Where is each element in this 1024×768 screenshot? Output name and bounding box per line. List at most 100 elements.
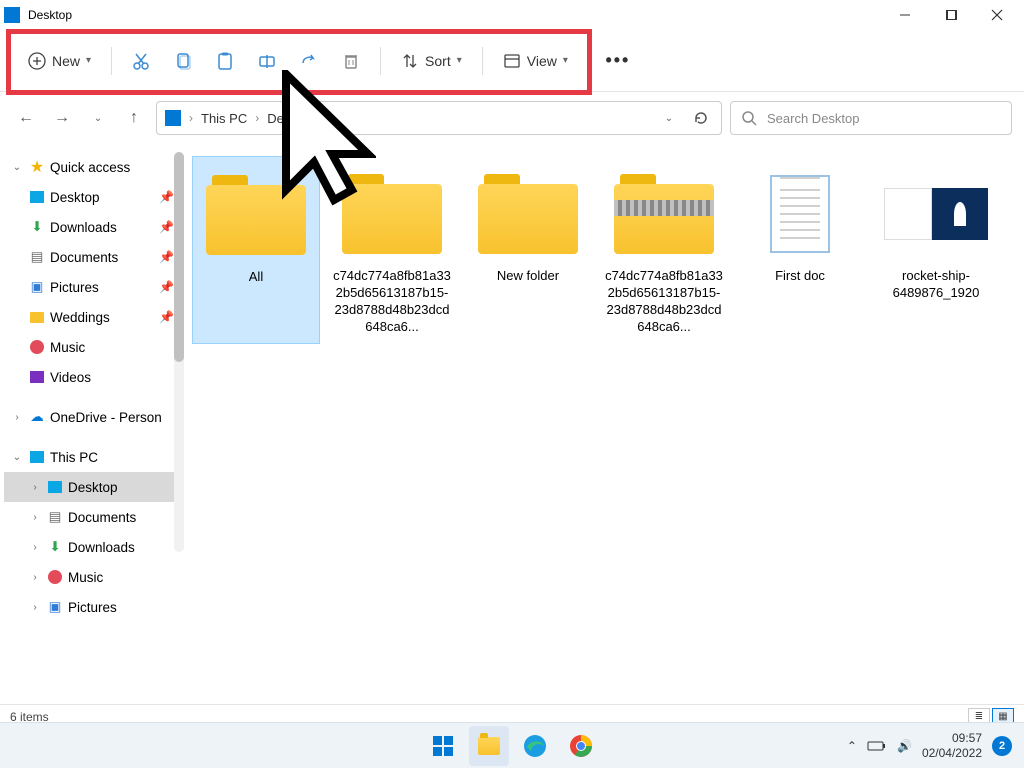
chevron-down-icon: ⌄ (10, 452, 24, 463)
more-button[interactable]: ••• (597, 41, 639, 81)
refresh-button[interactable] (689, 106, 713, 130)
new-button-label: New (52, 53, 80, 69)
tree-item-this-pc[interactable]: ⌄ This PC (4, 442, 180, 472)
breadcrumb-segment[interactable]: This PC (201, 111, 247, 126)
star-icon: ★ (28, 158, 46, 176)
image-thumbnail (884, 188, 988, 240)
layout-icon (503, 52, 521, 70)
tree-item-downloads[interactable]: ⬇ Downloads 📌 (4, 212, 180, 242)
picture-icon: ▣ (28, 278, 46, 296)
tree-item-weddings[interactable]: Weddings 📌 (4, 302, 180, 332)
taskbar-clock[interactable]: 09:57 02/04/2022 (922, 731, 982, 760)
volume-icon[interactable]: 🔊 (897, 739, 912, 753)
toolbar-separator (588, 47, 589, 75)
sort-button[interactable]: Sort ▾ (389, 41, 474, 81)
chevron-right-icon: › (189, 111, 193, 125)
toolbar-separator (380, 47, 381, 75)
chevron-down-icon: ▾ (86, 55, 91, 66)
picture-icon: ▣ (46, 598, 64, 616)
chevron-down-icon: ⌄ (10, 162, 24, 173)
app-icon (4, 7, 20, 23)
document-icon: ▤ (46, 508, 64, 526)
chevron-down-icon: ▾ (563, 55, 568, 66)
tree-item-documents[interactable]: ▤ Documents 📌 (4, 242, 180, 272)
chevron-right-icon: › (28, 512, 42, 523)
chevron-down-icon: ▾ (457, 55, 462, 66)
minimize-button[interactable] (882, 0, 928, 30)
copy-button[interactable] (162, 41, 204, 81)
copy-icon (173, 51, 193, 71)
document-icon (770, 175, 830, 253)
tree-item-pictures[interactable]: ▣ Pictures 📌 (4, 272, 180, 302)
address-dropdown-button[interactable]: ⌄ (657, 106, 681, 130)
search-placeholder: Search Desktop (767, 111, 860, 126)
tree-item-videos[interactable]: Videos (4, 362, 180, 392)
file-list[interactable]: All c74dc774a8fb81a332b5d65613187b15-23d… (184, 144, 1024, 704)
tree-item-pc-music[interactable]: › Music (4, 562, 180, 592)
file-item-folder[interactable]: New folder (464, 156, 592, 344)
tree-item-music[interactable]: Music (4, 332, 180, 362)
plus-circle-icon (28, 52, 46, 70)
clock-time: 09:57 (922, 731, 982, 745)
battery-icon[interactable] (867, 739, 887, 753)
tray-chevron-icon[interactable]: ⌃ (847, 739, 857, 753)
forward-button[interactable]: → (48, 104, 76, 132)
up-button[interactable]: ↑ (120, 104, 148, 132)
view-button-label: View (527, 53, 557, 69)
windows-icon (431, 734, 455, 758)
music-icon (28, 338, 46, 356)
tree-item-pc-pictures[interactable]: › ▣ Pictures (4, 592, 180, 622)
monitor-icon (165, 110, 181, 126)
chevron-right-icon: › (28, 482, 42, 493)
window-title: Desktop (28, 8, 882, 22)
taskbar-file-explorer[interactable] (469, 726, 509, 766)
cut-button[interactable] (120, 41, 162, 81)
navigation-row: ← → ⌄ ↑ › This PC › Desktop ⌄ Search Des… (0, 92, 1024, 144)
sort-button-label: Sort (425, 53, 451, 69)
tree-item-pc-documents[interactable]: › ▤ Documents (4, 502, 180, 532)
maximize-button[interactable] (928, 0, 974, 30)
cloud-icon: ☁ (28, 408, 46, 426)
video-icon (28, 368, 46, 386)
scissors-icon (131, 51, 151, 71)
tree-item-quick-access[interactable]: ⌄ ★ Quick access (4, 152, 180, 182)
taskbar-chrome[interactable] (561, 726, 601, 766)
rename-icon (257, 51, 277, 71)
view-button[interactable]: View ▾ (491, 41, 580, 81)
tree-item-onedrive[interactable]: › ☁ OneDrive - Person (4, 402, 180, 432)
file-item-zip[interactable]: c74dc774a8fb81a332b5d65613187b15-23d8788… (600, 156, 728, 344)
system-tray[interactable]: ⌃ 🔊 09:57 02/04/2022 2 (847, 731, 1012, 760)
monitor-icon (46, 478, 64, 496)
chevron-right-icon: › (28, 542, 42, 553)
tree-item-desktop[interactable]: Desktop 📌 (4, 182, 180, 212)
recent-locations-button[interactable]: ⌄ (84, 104, 112, 132)
taskbar-edge[interactable] (515, 726, 555, 766)
trash-icon (341, 51, 361, 71)
notification-badge[interactable]: 2 (992, 736, 1012, 756)
download-icon: ⬇ (28, 218, 46, 236)
search-box[interactable]: Search Desktop (730, 101, 1012, 135)
taskbar: ⌃ 🔊 09:57 02/04/2022 2 (0, 722, 1024, 768)
toolbar-separator (111, 47, 112, 75)
folder-icon (478, 174, 578, 254)
file-item-document[interactable]: First doc (736, 156, 864, 344)
clock-date: 02/04/2022 (922, 746, 982, 760)
start-button[interactable] (423, 726, 463, 766)
tree-item-pc-desktop[interactable]: › Desktop (4, 472, 180, 502)
paste-button[interactable] (204, 41, 246, 81)
navigation-pane[interactable]: ⌄ ★ Quick access Desktop 📌 ⬇ Downloads 📌… (0, 144, 184, 704)
scrollbar-thumb[interactable] (174, 152, 184, 362)
zip-folder-icon (614, 174, 714, 254)
file-label: c74dc774a8fb81a332b5d65613187b15-23d8788… (604, 268, 724, 336)
file-label: All (249, 269, 263, 286)
back-button[interactable]: ← (12, 104, 40, 132)
folder-icon (28, 308, 46, 326)
file-label: First doc (775, 268, 825, 285)
address-bar[interactable]: › This PC › Desktop ⌄ (156, 101, 722, 135)
new-button[interactable]: New ▾ (16, 41, 103, 81)
monitor-icon (28, 448, 46, 466)
tree-item-pc-downloads[interactable]: › ⬇ Downloads (4, 532, 180, 562)
document-icon: ▤ (28, 248, 46, 266)
file-item-image[interactable]: rocket-ship-6489876_1920 (872, 156, 1000, 344)
close-button[interactable] (974, 0, 1020, 30)
